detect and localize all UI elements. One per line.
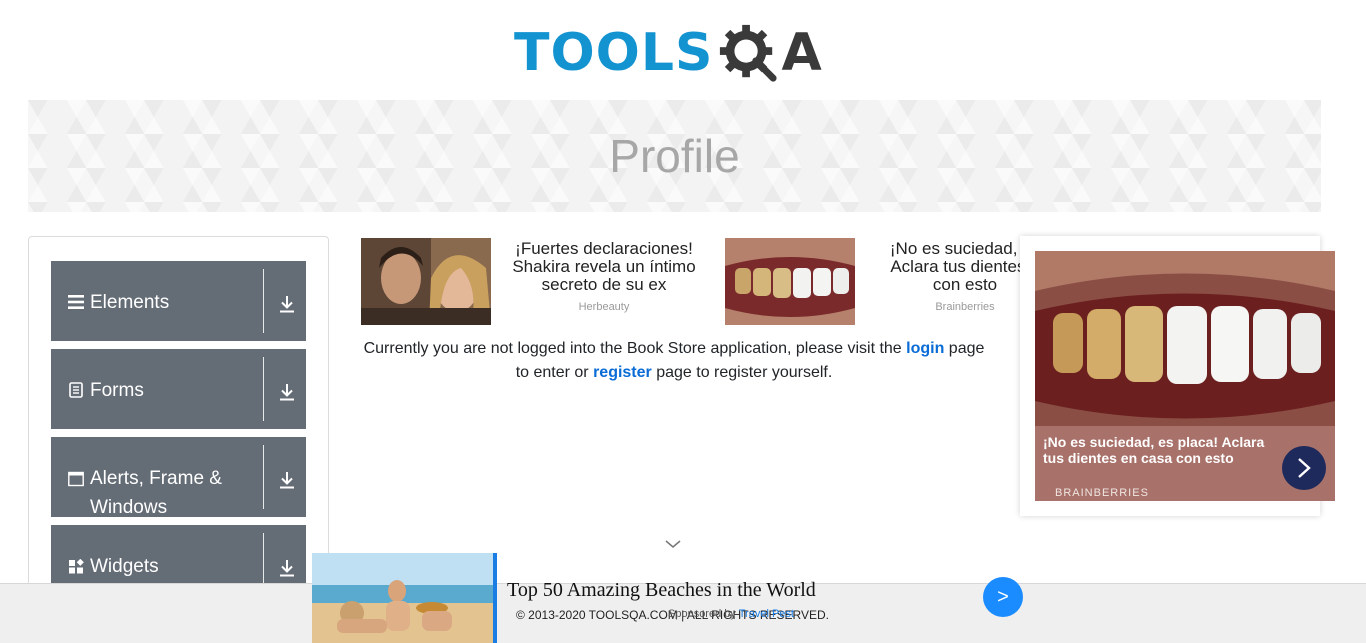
notice-text: to enter or (515, 364, 594, 381)
ad-title-line: Aclara tus dientes e (890, 257, 1025, 276)
floating-ad[interactable]: ¡No es suciedad, es placa! Aclara tus di… (1020, 236, 1335, 516)
notice-text: page (944, 340, 985, 357)
notice-text: Currently you are not logged into the Bo… (363, 340, 907, 357)
bottom-ad-sponsor: Sponsored by Travel Pest (668, 608, 794, 620)
ad-thumbnail-image (725, 238, 855, 325)
ad-title-line: con esto (932, 275, 998, 294)
ad-card-teeth[interactable]: ¡No es suciedad, es Aclara tus dientes e… (725, 238, 1025, 326)
group-alerts-frame-windows[interactable]: Alerts, Frame & Windows (51, 437, 306, 518)
group-divider (263, 357, 264, 421)
window-icon (68, 471, 84, 487)
toolsqa-logo[interactable]: TOOLS A (514, 14, 822, 92)
page: TOOLS A Profile Elements Forms Alerts, F… (0, 0, 1366, 643)
floating-ad-caption: ¡No es suciedad, es placa! Aclara tus di… (1043, 434, 1265, 466)
logo-letter-a: A (781, 23, 822, 83)
download-icon[interactable] (277, 294, 297, 314)
floating-ad-source: BRAINBERRIES (1055, 487, 1149, 499)
group-label: Alerts, Frame & Windows (90, 468, 222, 518)
group-elements[interactable]: Elements (51, 261, 306, 341)
accent-bar (493, 553, 497, 643)
ad-title-line: ¡No es suciedad, es (889, 239, 1025, 258)
sponsor-name: Travel Pest (738, 608, 794, 620)
left-panel: Elements Forms Alerts, Frame & Windows W… (28, 236, 329, 605)
ad-source: Brainberries (935, 301, 995, 313)
bottom-ad[interactable]: Top 50 Amazing Beaches in the World Spon… (312, 553, 1032, 643)
form-icon (69, 382, 83, 398)
group-forms[interactable]: Forms (51, 349, 306, 429)
group-label: Forms (90, 380, 144, 401)
ad-title-line: Shakira revela un íntimo (512, 257, 696, 276)
group-divider (263, 269, 264, 333)
ad-title-line: secreto de su ex (541, 275, 667, 294)
next-arrow-button[interactable] (1282, 446, 1326, 490)
chevron-right-icon (1298, 458, 1311, 478)
download-icon[interactable] (277, 382, 297, 402)
group-label: Widgets (90, 556, 159, 577)
page-banner: Profile (28, 100, 1321, 212)
ad-title: ¡Fuertes declaraciones! Shakira revela u… (499, 240, 709, 294)
widgets-icon (69, 559, 84, 574)
ad-thumbnail-image (361, 238, 491, 325)
logo-text: TOOLS (514, 23, 714, 83)
register-link[interactable]: register (593, 364, 652, 381)
login-link[interactable]: login (906, 340, 944, 357)
ad-title: ¡No es suciedad, es Aclara tus dientes e… (860, 240, 1025, 294)
group-label: Elements (90, 292, 170, 313)
bottom-ad-title: Top 50 Amazing Beaches in the World (507, 579, 816, 601)
sponsor-prefix: Sponsored by (668, 608, 739, 620)
floating-ad-image: ¡No es suciedad, es placa! Aclara tus di… (1035, 251, 1335, 501)
chevron-down-icon[interactable] (664, 538, 682, 550)
group-divider (263, 445, 264, 509)
ad-card-shakira[interactable]: ¡Fuertes declaraciones! Shakira revela u… (361, 238, 711, 326)
gear-magnifier-icon (720, 24, 778, 82)
download-icon[interactable] (277, 470, 297, 490)
beach-image (312, 553, 493, 643)
notice-text: page to register yourself. (651, 364, 833, 381)
bottom-ad-arrow-button[interactable]: > (983, 577, 1023, 617)
page-title: Profile (609, 130, 740, 182)
download-icon[interactable] (277, 558, 297, 578)
list-icon (68, 295, 84, 309)
login-notice: Currently you are not logged into the Bo… (348, 337, 1000, 385)
ad-source: Herbeauty (578, 301, 630, 313)
bottom-ad-image (312, 553, 493, 643)
ad-title-line: ¡Fuertes declaraciones! (515, 239, 693, 258)
